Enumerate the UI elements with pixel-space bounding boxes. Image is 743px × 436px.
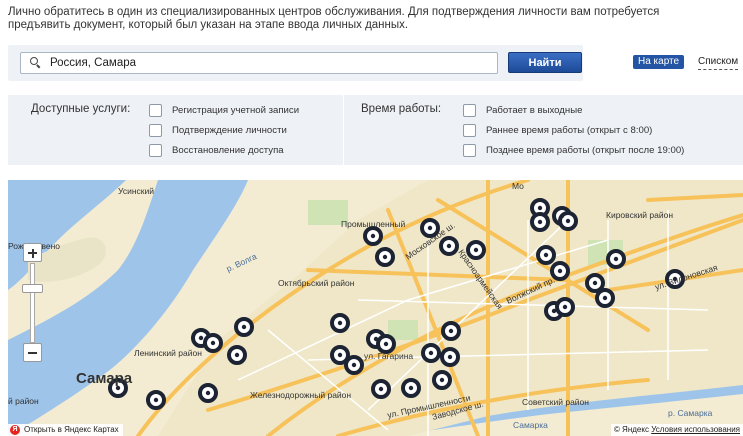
marker-center (373, 336, 379, 342)
marker-center (370, 233, 376, 239)
map-label: Самара (76, 370, 133, 387)
marker-center (382, 254, 388, 260)
checkbox[interactable] (463, 104, 476, 117)
map-label: р. Самарка (668, 408, 713, 418)
marker-center (446, 243, 452, 249)
checkbox[interactable] (463, 124, 476, 137)
zoom-in-button[interactable] (23, 243, 42, 262)
copyright-text: © Яндекс (613, 425, 649, 434)
marker-center (557, 268, 563, 274)
filter-label: Восстановление доступа (172, 145, 284, 156)
marker-center (198, 335, 204, 341)
marker-center (210, 340, 216, 346)
marker-center (428, 350, 434, 356)
marker-center (205, 390, 211, 396)
filters-divider (343, 95, 344, 165)
checkbox[interactable] (149, 124, 162, 137)
marker-center (448, 328, 454, 334)
view-as-list-link[interactable]: Списком (698, 55, 739, 70)
terms-of-use-link[interactable]: Условия использования (651, 425, 740, 434)
map-label: Железнодорожный район (250, 390, 351, 400)
marker-center (351, 362, 357, 368)
marker-center (427, 225, 433, 231)
marker-center (337, 352, 343, 358)
checkbox[interactable] (149, 144, 162, 157)
marker-center (551, 308, 557, 314)
marker-center (602, 295, 608, 301)
filter-label: Подтверждение личности (172, 125, 287, 136)
marker-center (565, 218, 571, 224)
marker-center (592, 280, 598, 286)
zoom-slider-handle[interactable] (22, 284, 43, 293)
marker-center (562, 304, 568, 310)
map-label: Октябрьский район (278, 278, 355, 288)
checkbox[interactable] (463, 144, 476, 157)
filter-registration[interactable]: Регистрация учетной записи (149, 104, 299, 117)
services-filter-title: Доступные услуги: (31, 103, 131, 115)
map-label: Усинский (118, 186, 154, 196)
marker-center (241, 324, 247, 330)
filter-label: Регистрация учетной записи (172, 105, 300, 116)
map-label: Самарка (513, 420, 548, 430)
marker-center (153, 397, 159, 403)
filter-label: Позднее время работы (открыт после 19:00… (486, 145, 685, 156)
map-label: Ленинский район (134, 348, 202, 358)
marker-center (337, 320, 343, 326)
marker-center (537, 205, 543, 211)
filter-late-hours[interactable]: Позднее время работы (открыт после 19:00… (463, 144, 684, 157)
marker-center (613, 256, 619, 262)
view-on-map-tab[interactable]: На карте (633, 55, 685, 69)
filter-label: Раннее время работы (открыт с 8:00) (486, 125, 653, 136)
zoom-slider-track[interactable] (30, 263, 35, 343)
search-bar: Найти (8, 45, 583, 81)
marker-center (234, 352, 240, 358)
marker-center (447, 354, 453, 360)
open-in-yandex-label: Открыть в Яндекс Картах (24, 425, 119, 434)
marker-center (473, 247, 479, 253)
marker-center (537, 219, 543, 225)
filter-weekends[interactable]: Работает в выходные (463, 104, 582, 117)
filter-early-hours[interactable]: Раннее время работы (открыт с 8:00) (463, 124, 652, 137)
map-label: Кировский район (606, 210, 673, 220)
map-label: Советский район (522, 397, 589, 407)
zoom-out-button[interactable] (23, 343, 42, 362)
search-icon (30, 57, 42, 69)
checkbox[interactable] (149, 104, 162, 117)
map-copyright: © Яндекс Условия использования (610, 424, 743, 436)
marker-center (383, 341, 389, 347)
map-canvas[interactable]: Усинский Рождествено р. Волга Промышленн… (8, 180, 743, 436)
map-label: Промышленный (341, 219, 406, 229)
hours-filter-title: Время работы: (361, 103, 442, 115)
open-in-yandex-maps-link[interactable]: Я Открыть в Яндекс Картах (8, 424, 123, 436)
map-widget[interactable]: Усинский Рождествено р. Волга Промышленн… (8, 180, 743, 436)
filter-label: Работает в выходные (486, 105, 583, 116)
find-button[interactable]: Найти (508, 52, 582, 73)
filter-access-recovery[interactable]: Восстановление доступа (149, 144, 284, 157)
marker-center (408, 385, 414, 391)
marker-center (559, 213, 565, 219)
filter-identity-confirmation[interactable]: Подтверждение личности (149, 124, 287, 137)
search-input[interactable] (50, 57, 490, 69)
yandex-logo-icon: Я (10, 425, 20, 435)
intro-text: Лично обратитесь в один из специализиров… (8, 6, 738, 32)
map-label: й район (8, 396, 39, 406)
marker-center (543, 252, 549, 258)
marker-center (378, 386, 384, 392)
filters-panel: Доступные услуги: Регистрация учетной за… (8, 95, 743, 165)
map-label: ул. Гагарина (364, 351, 413, 361)
marker-center (439, 377, 445, 383)
intro-line-1: Лично обратитесь в один из специализиров… (8, 6, 660, 18)
map-label: Мо (512, 181, 524, 191)
intro-line-2: предъявить документ, который был указан … (8, 19, 409, 31)
search-box[interactable] (20, 52, 498, 74)
